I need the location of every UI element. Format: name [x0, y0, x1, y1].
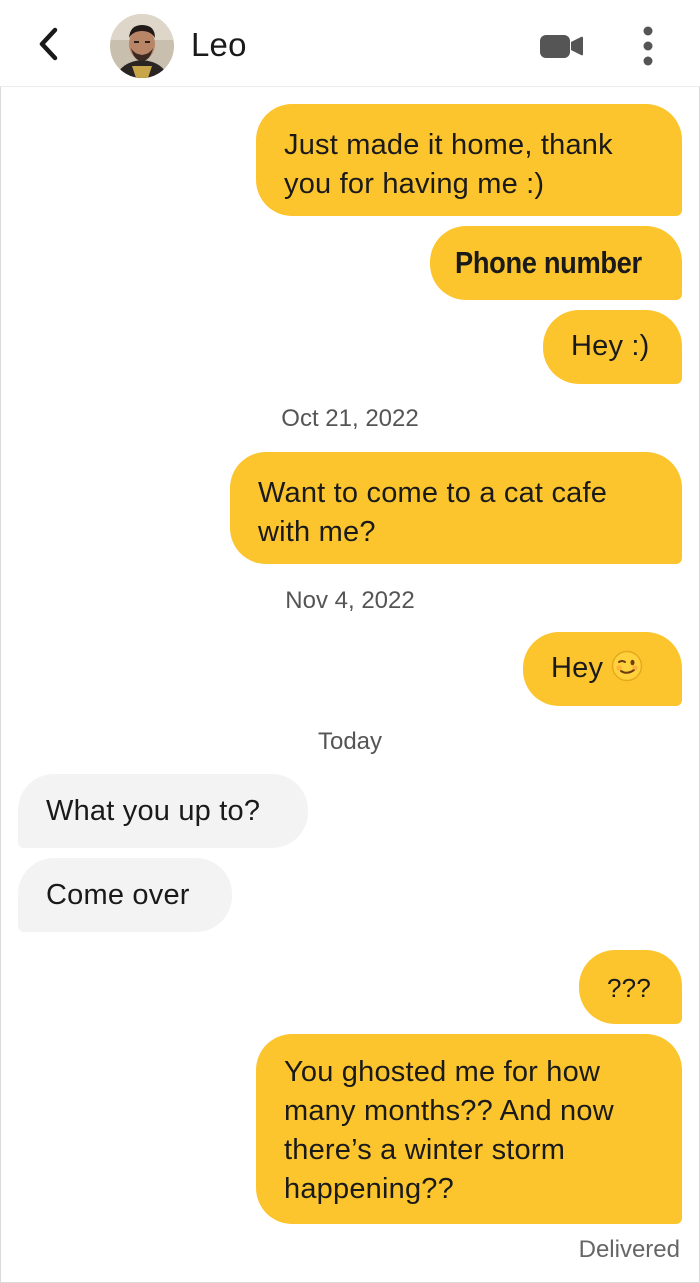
- avatar[interactable]: [110, 14, 174, 78]
- message-text-line: there’s a winter storm: [284, 1134, 566, 1166]
- date-separator: Today: [317, 728, 383, 755]
- video-call-icon[interactable]: [538, 30, 584, 62]
- delivered-status: Delivered: [578, 1236, 680, 1263]
- winking-face-emoji: [611, 650, 643, 693]
- message-text-line: with me?: [258, 516, 376, 548]
- date-separator: Oct 21, 2022: [281, 405, 419, 432]
- chat-header: Leo: [0, 0, 700, 87]
- outgoing-message[interactable]: Hey :): [543, 310, 682, 384]
- outgoing-message[interactable]: Hey: [523, 632, 682, 706]
- message-text-line: many months?? And now: [284, 1095, 614, 1127]
- message-text: Hey: [551, 652, 604, 684]
- incoming-message[interactable]: Come over: [18, 858, 232, 932]
- message-text-line: Want to come to a cat cafe: [258, 477, 608, 509]
- contact-name[interactable]: Leo: [191, 26, 247, 64]
- back-chevron-icon[interactable]: [30, 22, 70, 66]
- message-text-line: Just made it home, thank: [284, 129, 613, 161]
- message-text: Phone number: [455, 245, 642, 280]
- message-text: What you up to?: [46, 795, 261, 827]
- message-text: ???: [607, 973, 651, 1003]
- outgoing-message[interactable]: You ghosted me for how many months?? And…: [256, 1034, 682, 1224]
- incoming-message[interactable]: What you up to?: [18, 774, 308, 848]
- message-text: Come over: [46, 879, 190, 911]
- outgoing-message[interactable]: Just made it home, thank you for having …: [256, 104, 682, 216]
- outgoing-message[interactable]: ???: [579, 950, 682, 1024]
- message-text-line: You ghosted me for how: [284, 1056, 601, 1088]
- message-text-line: happening??: [284, 1173, 454, 1205]
- outgoing-message[interactable]: Phone number: [430, 226, 682, 300]
- more-vertical-icon[interactable]: [636, 22, 660, 70]
- message-text: Hey :): [571, 330, 650, 362]
- message-text-line: you for having me :): [284, 168, 545, 200]
- date-separator: Nov 4, 2022: [285, 587, 415, 614]
- outgoing-message[interactable]: Want to come to a cat cafe with me?: [230, 452, 682, 564]
